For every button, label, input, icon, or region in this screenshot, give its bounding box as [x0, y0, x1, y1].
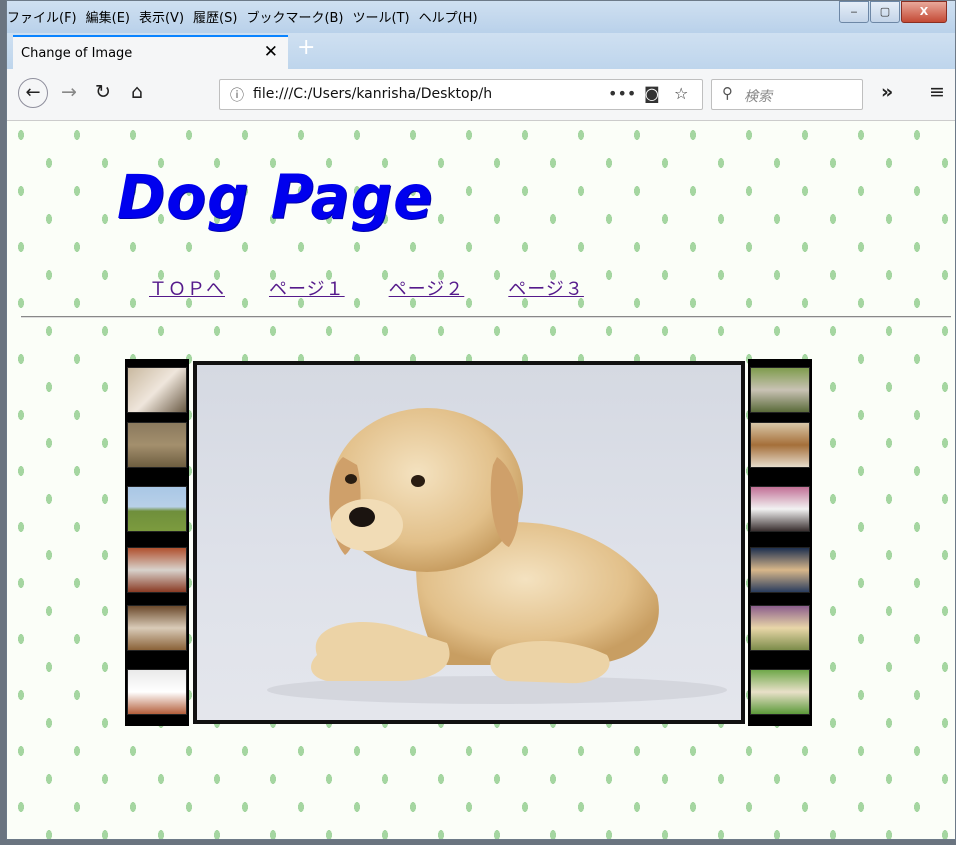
tab-close-icon[interactable]: ✕ — [264, 42, 278, 62]
thumbnail-5[interactable] — [127, 605, 187, 651]
thumbnail-3[interactable] — [127, 486, 187, 532]
thumbnail-strip-left — [125, 359, 189, 726]
tab-change-of-image[interactable]: Change of Image ✕ — [13, 35, 288, 69]
forward-icon[interactable]: → — [61, 81, 77, 103]
nav-link-top[interactable]: ＴＯＰへ — [149, 275, 225, 301]
minimize-button[interactable]: ‒ — [839, 1, 869, 23]
main-image[interactable] — [193, 361, 745, 724]
menu-tools[interactable]: ツール(T) — [353, 7, 410, 26]
nav-link-page2[interactable]: ページ２ — [389, 275, 465, 301]
info-icon[interactable]: ⓘ — [230, 85, 244, 105]
nav-link-page3[interactable]: ページ３ — [508, 275, 584, 301]
browser-window: ファイル(F) 編集(E) 表示(V) 履歴(S) ブックマーク(B) ツール(… — [6, 0, 956, 840]
menu-history[interactable]: 履歴(S) — [193, 7, 237, 26]
page-content: Dog Page ＴＯＰへ ページ１ ページ２ ページ３ — [7, 121, 955, 839]
thumbnail-8[interactable] — [750, 422, 810, 468]
thumbnail-7[interactable] — [750, 367, 810, 413]
home-icon[interactable]: ⌂ — [131, 81, 143, 103]
tab-title: Change of Image — [21, 46, 133, 61]
pocket-icon[interactable]: ◙ — [644, 84, 660, 103]
thumbnail-2[interactable] — [127, 422, 187, 468]
hamburger-menu-icon[interactable]: ≡ — [929, 81, 945, 103]
tab-bar: Change of Image ✕ + — [7, 33, 955, 69]
thumbnail-1[interactable] — [127, 367, 187, 413]
menu-view[interactable]: 表示(V) — [139, 7, 184, 26]
site-navigation: ＴＯＰへ ページ１ ページ２ ページ３ — [149, 275, 628, 301]
maximize-button[interactable]: ▢ — [870, 1, 900, 23]
thumbnail-11[interactable] — [750, 605, 810, 651]
page-actions-icon[interactable]: ••• — [608, 84, 636, 103]
divider — [21, 316, 951, 318]
back-icon[interactable]: ← — [18, 78, 48, 108]
thumbnail-6[interactable] — [127, 669, 187, 715]
navigation-toolbar: ← → ↻ ⌂ ⓘ file:///C:/Users/kanrisha/Desk… — [7, 69, 955, 121]
reload-icon[interactable]: ↻ — [95, 81, 111, 103]
puppy-photo — [267, 408, 727, 704]
thumbnail-10[interactable] — [750, 547, 810, 593]
menu-file[interactable]: ファイル(F) — [7, 7, 77, 26]
bookmark-star-icon[interactable]: ☆ — [674, 84, 688, 103]
menu-bar: ファイル(F) 編集(E) 表示(V) 履歴(S) ブックマーク(B) ツール(… — [7, 1, 955, 33]
new-tab-icon[interactable]: + — [297, 35, 315, 60]
menu-help[interactable]: ヘルプ(H) — [419, 7, 478, 26]
address-bar[interactable]: ⓘ file:///C:/Users/kanrisha/Desktop/h ••… — [219, 79, 703, 110]
thumbnail-strip-right — [748, 359, 812, 726]
site-logo: Dog Page — [117, 161, 434, 233]
search-icon: ⚲ — [722, 84, 733, 102]
overflow-icon[interactable]: » — [881, 81, 893, 103]
close-window-button[interactable]: X — [901, 1, 947, 23]
url-text[interactable]: file:///C:/Users/kanrisha/Desktop/h — [253, 86, 561, 102]
menu-edit[interactable]: 編集(E) — [86, 7, 130, 26]
search-placeholder: 検索 — [744, 89, 772, 105]
search-box[interactable]: ⚲ 検索 — [711, 79, 863, 110]
thumbnail-4[interactable] — [127, 547, 187, 593]
thumbnail-12[interactable] — [750, 669, 810, 715]
thumbnail-9[interactable] — [750, 486, 810, 532]
nav-link-page1[interactable]: ページ１ — [269, 275, 345, 301]
menu-bookmarks[interactable]: ブックマーク(B) — [246, 7, 343, 26]
